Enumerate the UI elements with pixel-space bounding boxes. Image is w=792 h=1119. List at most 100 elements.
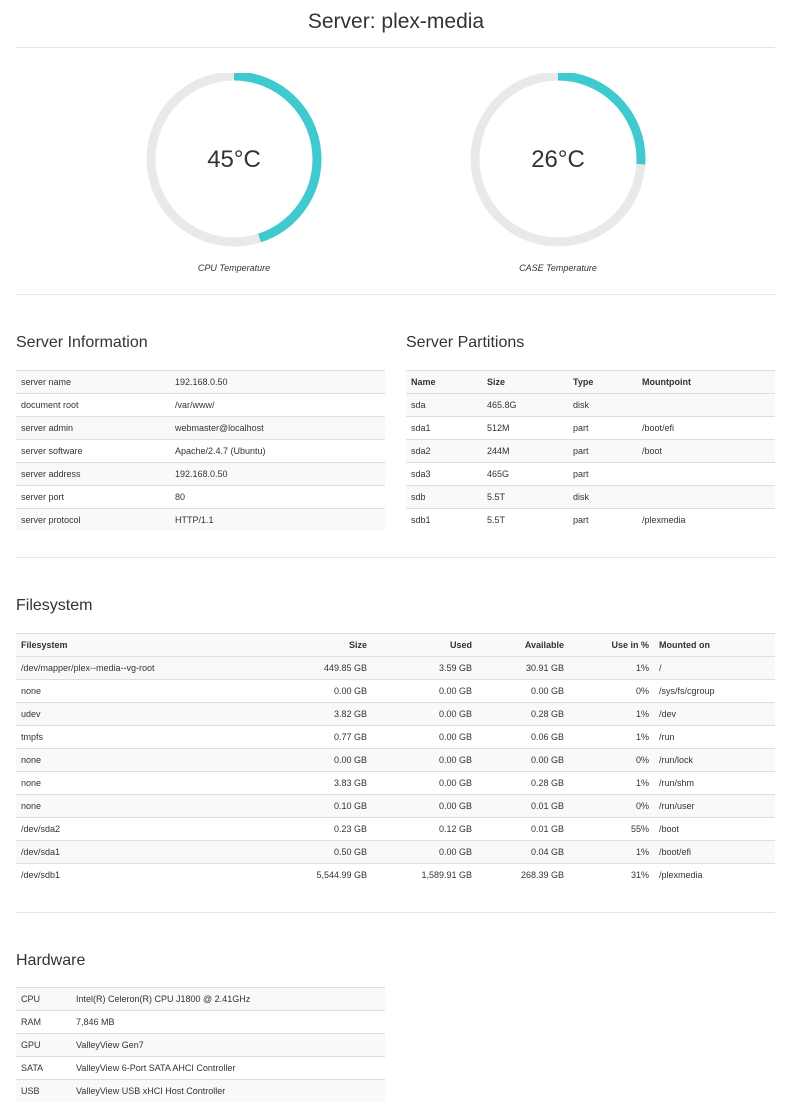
column-header: Available xyxy=(477,633,569,657)
table-cell: 244M xyxy=(482,439,568,463)
table-row: /dev/sdb1 5,544.99 GB 1,589.91 GB 268.39 GB… xyxy=(16,863,775,886)
table-cell: HTTP/1.1 xyxy=(170,508,385,531)
table-cell: 0.50 GB xyxy=(221,840,372,864)
table-cell: 0.00 GB xyxy=(221,679,372,703)
table-cell: /run xyxy=(654,725,775,749)
table-cell: 0.00 GB xyxy=(372,748,477,772)
table-cell: disk xyxy=(568,485,637,509)
table-row: document root/var/www/ xyxy=(16,393,385,417)
table-row: sdb 5.5T disk xyxy=(406,485,775,509)
table-row: sda1 512M part/boot/efi xyxy=(406,416,775,440)
table-cell: 0.04 GB xyxy=(477,840,569,864)
table-header-row: Filesystem Size Used Available Use in % Mount… xyxy=(16,633,775,657)
column-header: Size xyxy=(482,370,568,394)
table-cell: server admin xyxy=(16,416,170,440)
table-cell: 0.00 GB xyxy=(372,840,477,864)
table-cell: / xyxy=(654,656,775,680)
table-cell: /sys/fs/cgroup xyxy=(654,679,775,703)
table-cell: 0.00 GB xyxy=(477,748,569,772)
table-cell: /dev/sda2 xyxy=(16,817,221,841)
table-cell: 5.5T xyxy=(482,508,568,531)
table-cell: server protocol xyxy=(16,508,170,531)
table-cell: ValleyView USB xHCI Host Controller xyxy=(71,1079,385,1102)
table-cell: 1% xyxy=(569,702,654,726)
table-cell: 5.5T xyxy=(482,485,568,509)
table-cell: 0.28 GB xyxy=(477,771,569,795)
table-row: /dev/mapper/plex--media--vg-root 449.85 G… xyxy=(16,656,775,680)
filesystem-title: Filesystem xyxy=(16,597,93,614)
table-row: server software Apache/2.4.7 (Ubuntu) xyxy=(16,439,385,463)
table-cell: sda1 xyxy=(406,416,482,440)
table-row: server address 192.168.0.50 xyxy=(16,462,385,486)
table-cell: /boot/efi xyxy=(654,840,775,864)
table-cell: 0.77 GB xyxy=(221,725,372,749)
table-row: sda2 244M part/boot xyxy=(406,439,775,463)
table-cell: 465.8G xyxy=(482,393,568,417)
divider xyxy=(16,912,775,913)
table-cell: Apache/2.4.7 (Ubuntu) xyxy=(170,439,385,463)
table-cell: 5,544.99 GB xyxy=(221,863,372,886)
gauge-value: 26°C xyxy=(531,146,585,173)
table-cell: /run/lock xyxy=(654,748,775,772)
table-cell: document root xyxy=(16,393,170,417)
gauge-value: 45°C xyxy=(207,146,261,173)
table-cell: 465G xyxy=(482,462,568,486)
table-row: none 0.00 GB 0.00 GB 0.00 GB 0%/run/lock xyxy=(16,748,775,772)
table-cell: 3.83 GB xyxy=(221,771,372,795)
table-cell: part xyxy=(568,416,637,440)
table-cell: 3.82 GB xyxy=(221,702,372,726)
table-row: /dev/sda1 0.50 GB 0.00 GB 0.04 GB 1%/boot/ef… xyxy=(16,840,775,864)
table-cell xyxy=(637,485,775,509)
table-cell: part xyxy=(568,508,637,531)
table-cell: /dev/mapper/plex--media--vg-root xyxy=(16,656,221,680)
table-row: udev 3.82 GB 0.00 GB 0.28 GB 1%/dev xyxy=(16,702,775,726)
table-cell: /run/user xyxy=(654,794,775,818)
server-info-title: Server Information xyxy=(16,334,148,351)
table-cell: CPU xyxy=(16,987,71,1011)
table-cell: 0.06 GB xyxy=(477,725,569,749)
table-cell: RAM xyxy=(16,1010,71,1034)
table-row: sda 465.8G disk xyxy=(406,393,775,417)
table-cell: /dev/sda1 xyxy=(16,840,221,864)
table-row: none 0.10 GB 0.00 GB 0.01 GB 0%/run/user xyxy=(16,794,775,818)
table-cell: 1,589.91 GB xyxy=(372,863,477,886)
table-cell: 449.85 GB xyxy=(221,656,372,680)
table-cell: ValleyView 6-Port SATA AHCI Controller xyxy=(71,1056,385,1080)
table-cell: 268.39 GB xyxy=(477,863,569,886)
table-cell: /plexmedia xyxy=(654,863,775,886)
table-cell: /boot/efi xyxy=(637,416,775,440)
column-header: Used xyxy=(372,633,477,657)
table-row: sdb1 5.5T part/plexmedia xyxy=(406,508,775,531)
table-cell: 1% xyxy=(569,771,654,795)
table-cell: 0.00 GB xyxy=(372,679,477,703)
table-cell: part xyxy=(568,462,637,486)
table-row: GPU ValleyView Gen7 xyxy=(16,1033,385,1057)
table-cell: 0.01 GB xyxy=(477,794,569,818)
table-cell: server port xyxy=(16,485,170,509)
table-cell: SATA xyxy=(16,1056,71,1080)
gauge-caption: CASE Temperature xyxy=(519,263,597,273)
table-cell xyxy=(637,393,775,417)
table-cell: none xyxy=(16,748,221,772)
table-cell: /run/shm xyxy=(654,771,775,795)
table-cell: server software xyxy=(16,439,170,463)
table-cell: 0.00 GB xyxy=(221,748,372,772)
table-cell: 192.168.0.50 xyxy=(170,462,385,486)
partitions-title: Server Partitions xyxy=(406,334,525,351)
gauge-caption: CPU Temperature xyxy=(197,263,271,273)
table-cell: sda2 xyxy=(406,439,482,463)
table-cell: USB xyxy=(16,1079,71,1102)
table-cell xyxy=(637,462,775,486)
table-cell: webmaster@localhost xyxy=(170,416,385,440)
table-row: CPU Intel(R) Celeron(R) CPU J1800 @ 2.41G… xyxy=(16,987,385,1011)
table-row: /dev/sda2 0.23 GB 0.12 GB 0.01 GB 55%/boot xyxy=(16,817,775,841)
filesystem-table: Filesystem Size Used Available Use in % Mount… xyxy=(16,633,775,886)
table-row: sda3 465G part xyxy=(406,462,775,486)
table-cell: 7,846 MB xyxy=(71,1010,385,1034)
column-header: Type xyxy=(568,370,637,394)
column-header: Filesystem xyxy=(16,633,221,657)
table-row: tmpfs 0.77 GB 0.00 GB 0.06 GB 1%/run xyxy=(16,725,775,749)
table-cell: ValleyView Gen7 xyxy=(71,1033,385,1057)
table-row: server admin webmaster@localhost xyxy=(16,416,385,440)
table-cell: sdb1 xyxy=(406,508,482,531)
